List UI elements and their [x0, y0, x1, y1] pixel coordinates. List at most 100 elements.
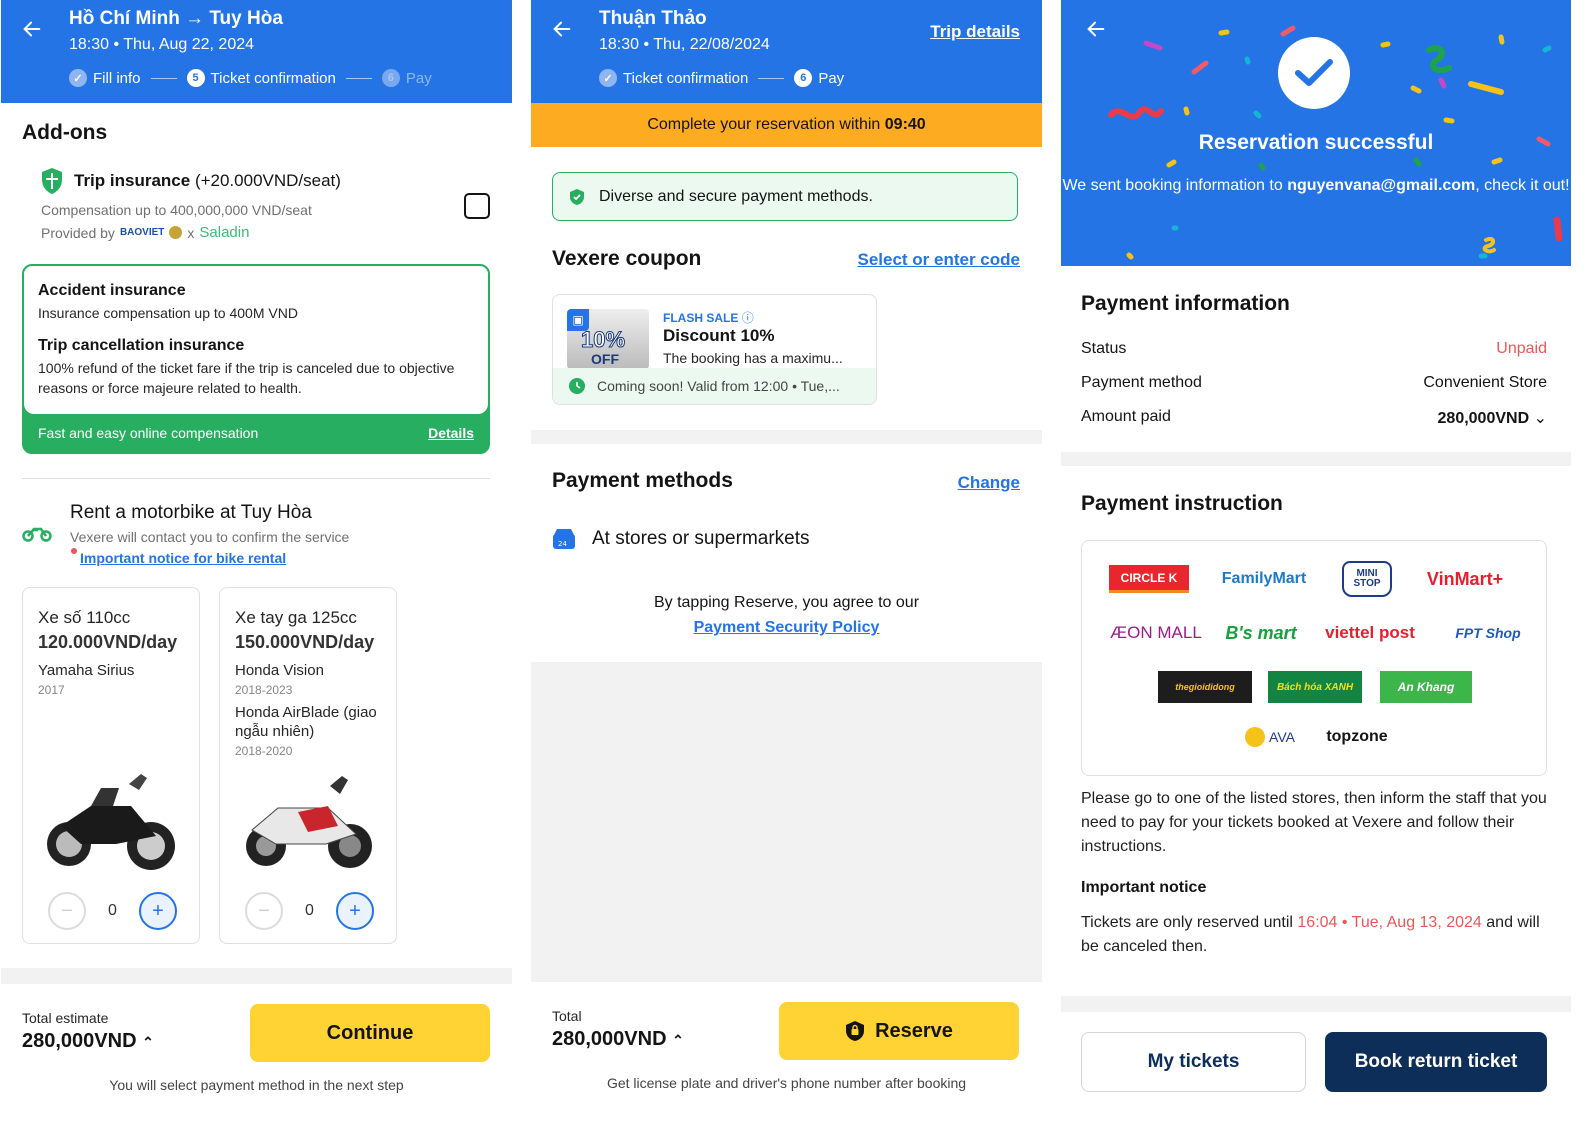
insurance-price: (+20.000VND/seat) [194, 171, 341, 190]
coupon-title: Vexere coupon [552, 247, 702, 270]
svg-text:24: 24 [558, 540, 567, 548]
coupon-card[interactable]: ▣ 10% OFF FLASH SALE ⓘ Discount 10% The … [552, 294, 877, 405]
header: Thuận Thảo 18:30 • Thu, 22/08/2024 Trip … [531, 0, 1042, 103]
book-return-ticket-button[interactable]: Book return ticket [1325, 1032, 1547, 1092]
amount-value[interactable]: 280,000VND ⌄ [1438, 408, 1547, 428]
addons-title: Add-ons [22, 121, 108, 144]
footer-note: Get license plate and driver's phone num… [606, 1075, 967, 1091]
vinmart-logo: VinMart+ [1426, 568, 1504, 589]
bike-rental-subtitle: Vexere will contact you to confirm the s… [70, 529, 350, 545]
agreement-text: By tapping Reserve, you agree to our Pay… [531, 590, 1042, 640]
success-check-icon [1278, 37, 1350, 109]
bike-rental-notice-link[interactable]: Important notice for bike rental [80, 550, 286, 566]
trip-insurance-checkbox[interactable] [464, 193, 490, 219]
payment-security-policy-link[interactable]: Payment Security Policy [531, 615, 1042, 640]
motorbike-icon [22, 527, 52, 542]
decrease-button[interactable]: − [48, 892, 86, 930]
section-separator [1061, 996, 1571, 1012]
ministop-logo: MINI STOP [1342, 561, 1392, 597]
my-tickets-button[interactable]: My tickets [1081, 1032, 1306, 1092]
quantity-stepper: − 0 + [48, 892, 177, 930]
store-logos: CIRCLE K FamilyMart MINI STOP VinMart+ Æ… [1081, 540, 1547, 776]
important-notice-title: Important notice [1081, 879, 1207, 896]
step-ticket-confirmation: ✓ Ticket confirmation [599, 69, 748, 87]
screen-payment: Thuận Thảo 18:30 • Thu, 22/08/2024 Trip … [531, 0, 1042, 1125]
insurance-providers: Provided by BAOVIET x Saladin [41, 224, 250, 241]
bike-rental-title: Rent a motorbike at Tuy Hòa [70, 502, 312, 523]
back-arrow-icon[interactable] [551, 18, 573, 40]
reservation-timer: Complete your reservation within 09:40 [531, 103, 1042, 147]
saladin-logo: Saladin [199, 224, 250, 241]
divider [22, 478, 490, 479]
instruction-text: Please go to one of the listed stores, t… [1081, 790, 1547, 855]
shield-lock-icon [846, 1021, 865, 1041]
success-title: Reservation successful [1198, 131, 1434, 154]
total-value[interactable]: 280,000VND ⌃ [22, 1030, 154, 1053]
details-link[interactable]: Details [428, 425, 474, 441]
info-icon[interactable]: ⓘ [742, 311, 754, 325]
bike-model: Honda Vision [235, 662, 324, 679]
coupon-description: The booking has a maximu... [663, 350, 843, 366]
bike-model: Honda AirBlade (giao ngẫu nhiên) [235, 704, 377, 740]
method-value: Convenient Store [1423, 374, 1547, 391]
total-label: Total [552, 1008, 582, 1024]
total-value[interactable]: 280,000VND ⌃ [552, 1028, 684, 1051]
bike-years: 2018-2023 [235, 683, 293, 697]
benefit-title: Trip cancellation insurance [38, 337, 245, 354]
section-separator [1061, 452, 1571, 466]
insurance-benefits-card: Accident insurance Insurance compensatio… [22, 264, 490, 454]
status-value: Unpaid [1496, 340, 1547, 357]
step-pay: 6 Pay [381, 69, 432, 87]
scooter-image [246, 776, 372, 868]
header: Hồ Chí Minh → Tuy Hòa 18:30 • Thu, Aug 2… [1, 0, 512, 103]
compensation-note: Fast and easy online compensation [38, 425, 259, 441]
change-payment-link[interactable]: Change [958, 473, 1020, 493]
bike-card: Xe số 110cc 120.000VND/day Yamaha Sirius… [22, 587, 200, 944]
trip-details-link[interactable]: Trip details [930, 22, 1020, 42]
empty-area [531, 662, 1042, 982]
bach-hoa-xanh-logo: Bách hóa XANH [1268, 671, 1362, 703]
insurance-title: Trip insurance [74, 171, 191, 190]
shield-icon [42, 168, 62, 194]
secure-payment-banner: Diverse and secure payment methods. [552, 172, 1018, 221]
coupon-name: Discount 10% [663, 326, 775, 345]
footer-note: You will select payment method in the ne… [109, 1077, 404, 1093]
chevron-up-icon: ⌃ [672, 1032, 684, 1048]
operator-title: Thuận Thảo [599, 8, 707, 29]
baoviet-logo: BAOVIET [119, 227, 165, 238]
step-ticket-confirmation: 5 Ticket confirmation [186, 69, 336, 87]
stepper: ✓ Fill info 5 Ticket confirmation 6 Pay [69, 69, 432, 87]
payment-methods-title: Payment methods [552, 469, 733, 492]
check-icon: ✓ [69, 69, 87, 87]
step-divider [150, 77, 177, 79]
step-pay: 6 Pay [794, 69, 844, 87]
payment-instruction-title: Payment instruction [1081, 492, 1283, 515]
familymart-logo: FamilyMart [1221, 570, 1307, 587]
aeon-mall-logo: ÆON MALL [1110, 623, 1202, 642]
stepper: ✓ Ticket confirmation 6 Pay [599, 69, 844, 87]
success-header: Reservation successful We sent booking i… [1061, 0, 1571, 266]
total-label: Total estimate [22, 1010, 109, 1026]
back-arrow-icon[interactable] [21, 18, 43, 40]
bike-price: 120.000VND/day [38, 632, 178, 652]
step-divider [345, 77, 372, 79]
screen-success: Reservation successful We sent booking i… [1061, 0, 1571, 1125]
store-24h-icon: 24 [553, 529, 575, 549]
ava-icon [1245, 727, 1266, 747]
increase-button[interactable]: + [335, 892, 374, 930]
quantity-value: 0 [108, 902, 117, 919]
bike-name: Xe tay ga 125cc [235, 608, 357, 627]
coupon-image: ▣ 10% OFF [567, 309, 649, 369]
motorbike-image [47, 774, 175, 870]
select-coupon-link[interactable]: Select or enter code [857, 250, 1020, 270]
payment-info-title: Payment information [1081, 292, 1290, 315]
reserve-button[interactable]: Reserve [779, 1002, 1019, 1060]
trip-datetime: 18:30 • Thu, 22/08/2024 [599, 36, 770, 53]
benefit-text: Insurance compensation up to 400M VND [38, 305, 298, 321]
continue-button[interactable]: Continue [250, 1004, 490, 1062]
decrease-button[interactable]: − [245, 892, 283, 930]
increase-button[interactable]: + [138, 892, 177, 930]
screen-addons: Hồ Chí Minh → Tuy Hòa 18:30 • Thu, Aug 2… [1, 0, 512, 1125]
quantity-stepper: − 0 + [245, 892, 374, 930]
bike-card: Xe tay ga 125cc 150.000VND/day Honda Vis… [219, 587, 397, 944]
